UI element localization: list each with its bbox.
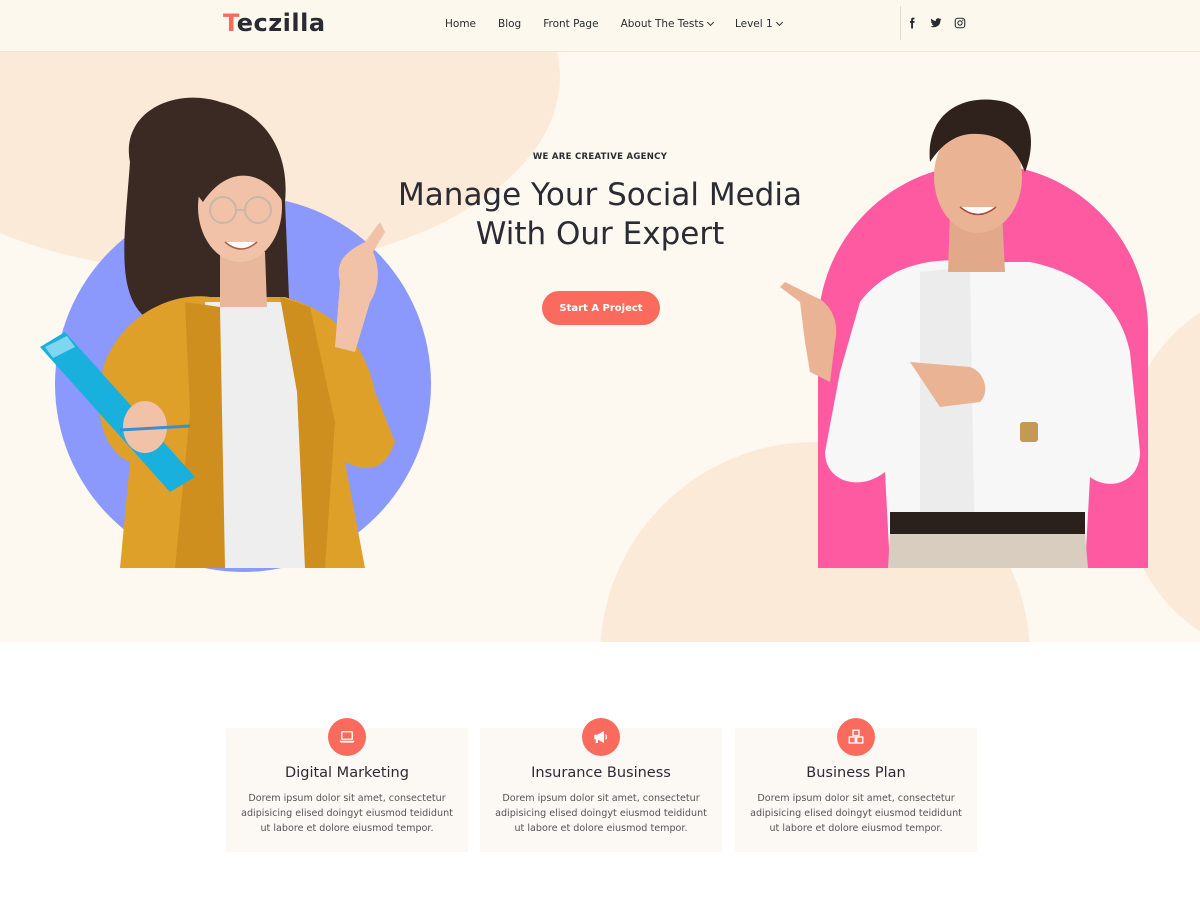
site-logo[interactable]: Teczilla (223, 9, 326, 37)
chevron-down-icon (706, 18, 715, 27)
nav-item-blog[interactable]: Blog (498, 18, 521, 30)
hero-tagline: WE ARE CREATIVE AGENCY (532, 152, 668, 162)
cubes-icon (837, 718, 875, 756)
main-nav: Home Blog Front Page About The Tests Lev… (445, 18, 804, 30)
laptop-icon (328, 718, 366, 756)
hero-headline: Manage Your Social Media With Our Expert (350, 176, 850, 254)
nav-item-home[interactable]: Home (445, 18, 476, 30)
hero-section: WE ARE CREATIVE AGENCY Manage Your Socia… (0, 52, 1200, 642)
nav-label: About The Tests (620, 18, 704, 30)
social-links (906, 17, 966, 29)
site-header: Teczilla Home Blog Front Page About The … (0, 0, 1200, 52)
logo-text: eczilla (236, 9, 326, 37)
nav-label: Level 1 (734, 18, 773, 30)
logo-initial: T (223, 9, 237, 37)
service-description: Dorem ipsum dolor sit amet, consectetur … (495, 793, 707, 834)
hero-headline-line2: With Our Expert (475, 216, 725, 252)
chevron-down-icon (775, 18, 783, 27)
nav-item-about-the-tests[interactable]: About The Tests (620, 18, 715, 30)
instagram-icon[interactable] (954, 17, 966, 29)
hero-headline-line1: Manage Your Social Media (398, 177, 802, 213)
service-title: Digital Marketing (285, 765, 409, 781)
nav-label: Blog (498, 18, 522, 30)
service-title: Insurance Business (531, 765, 671, 781)
service-card-insurance-business[interactable]: Insurance Business Dorem ipsum dolor sit… (480, 718, 722, 852)
megaphone-icon (582, 718, 620, 756)
nav-item-front-page[interactable]: Front Page (543, 18, 598, 30)
service-card-business-plan[interactable]: Business Plan Dorem ipsum dolor sit amet… (735, 718, 977, 852)
nav-label: Front Page (543, 18, 599, 30)
nav-divider (900, 6, 901, 40)
nav-item-level-1[interactable]: Level 1 (734, 18, 783, 30)
twitter-icon[interactable] (930, 17, 942, 29)
service-title: Business Plan (806, 765, 906, 781)
hero-text-block: WE ARE CREATIVE AGENCY Manage Your Socia… (350, 152, 850, 254)
man-pointing-image (780, 99, 1140, 568)
nav-label: Home (445, 18, 477, 30)
start-project-button[interactable]: Start A Project (542, 291, 660, 325)
service-card-digital-marketing[interactable]: Digital Marketing Dorem ipsum dolor sit … (226, 718, 468, 852)
services-section: Digital Marketing Dorem ipsum dolor sit … (0, 642, 1200, 900)
service-description: Dorem ipsum dolor sit amet, consectetur … (750, 793, 962, 834)
service-description: Dorem ipsum dolor sit amet, consectetur … (241, 793, 453, 834)
facebook-icon[interactable] (906, 17, 918, 29)
